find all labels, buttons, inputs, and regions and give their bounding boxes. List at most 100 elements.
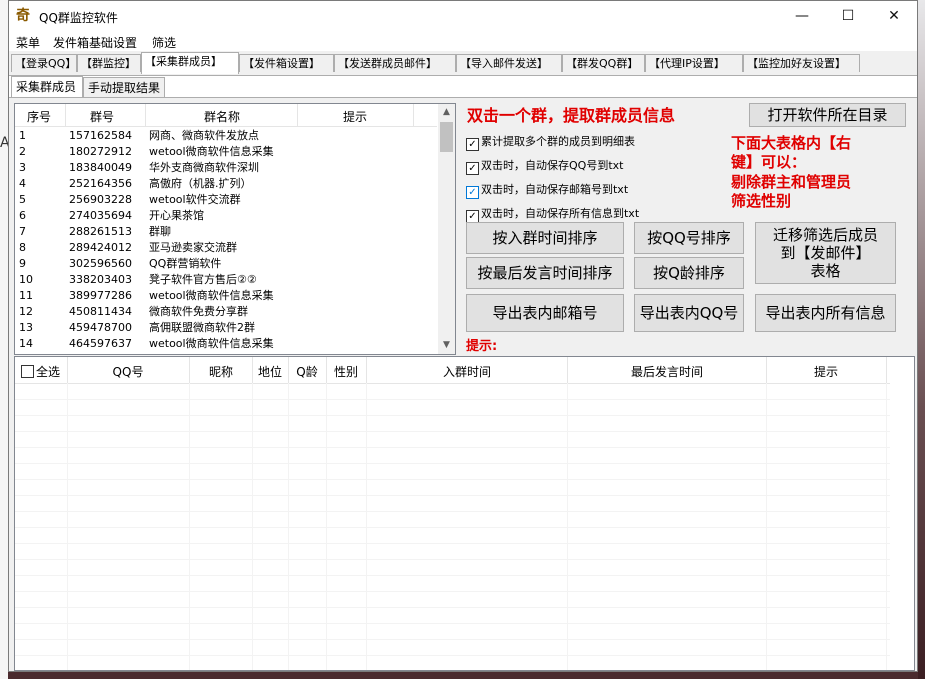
grid-line <box>15 431 890 432</box>
row-group-number: 302596560 <box>69 257 132 270</box>
sort-by-join-time-button[interactable]: 按入群时间排序 <box>466 222 624 254</box>
maximize-button[interactable]: ☐ <box>825 1 871 31</box>
desktop-background-left: A <box>0 0 10 679</box>
sort-by-qage-button[interactable]: 按Q龄排序 <box>634 257 744 289</box>
grid-line <box>15 399 890 400</box>
checkbox-save-all[interactable]: ✓ 双击时，自动保存所有信息到txt <box>466 205 639 223</box>
menu-item-mailbox-settings[interactable]: 发件箱基础设置 <box>53 34 137 51</box>
column-header-last-speak[interactable]: 最后发言时间 <box>568 363 766 380</box>
column-header-qq[interactable]: QQ号 <box>69 363 187 380</box>
checkbox-accumulate[interactable]: ✓ 累计提取多个群的成员到明细表 <box>466 133 635 151</box>
export-mail-button[interactable]: 导出表内邮箱号 <box>466 294 624 332</box>
grid-line <box>15 607 890 608</box>
column-header-hint[interactable]: 提示 <box>299 108 411 125</box>
group-list-row[interactable]: 13 459478700 高佣联盟微商软件2群 <box>15 320 437 336</box>
column-header-index[interactable]: 序号 <box>19 108 59 125</box>
checkbox-icon[interactable] <box>21 365 34 378</box>
group-list-row[interactable]: 7 288261513 群聊 <box>15 224 437 240</box>
group-list-row[interactable]: 2 180272912 wetool微商软件信息采集 <box>15 144 437 160</box>
grid-line <box>15 495 890 496</box>
checkbox-icon[interactable]: ✓ <box>466 138 479 151</box>
row-group-number: 274035694 <box>69 209 132 222</box>
grid-line <box>15 447 890 448</box>
group-list-row[interactable]: 1 157162584 网商、微商软件发放点 <box>15 128 437 144</box>
group-list-row[interactable]: 12 450811434 微商软件免费分享群 <box>15 304 437 320</box>
migrate-to-mail-button[interactable]: 迁移筛选后成员 到【发邮件】 表格 <box>755 222 896 284</box>
column-header-nickname[interactable]: 昵称 <box>191 363 251 380</box>
row-index: 1 <box>19 129 26 142</box>
subtab-collect-members[interactable]: 采集群成员 <box>11 76 83 98</box>
group-list-row[interactable]: 14 464597637 wetool微商软件信息采集 <box>15 336 437 352</box>
column-divider <box>145 104 146 126</box>
group-list-row[interactable]: 4 252164356 高傲府（机器.扩列） <box>15 176 437 192</box>
checkbox-save-qq[interactable]: ✓ 双击时，自动保存QQ号到txt <box>466 157 623 175</box>
menu-item-filter[interactable]: 筛选 <box>152 34 176 51</box>
group-list[interactable]: 序号 群号 群名称 提示 1 157162584 网商、微商软件发放点 2 180272… <box>14 103 456 355</box>
row-group-number: 256903228 <box>69 193 132 206</box>
scroll-down-icon[interactable]: ▼ <box>438 337 455 354</box>
grid-line <box>15 559 890 560</box>
member-table-scrollbar-area <box>890 357 912 668</box>
select-all-checkbox[interactable]: 全选 <box>21 363 69 380</box>
grid-line <box>15 575 890 576</box>
column-header-role[interactable]: 地位 <box>253 363 287 380</box>
row-group-name: wetool微商软件信息采集 <box>149 145 274 158</box>
column-header-gender[interactable]: 性别 <box>327 363 365 380</box>
group-list-row[interactable]: 6 274035694 开心果茶馆 <box>15 208 437 224</box>
group-list-scrollbar[interactable]: ▲ ▼ <box>438 104 455 354</box>
row-index: 5 <box>19 193 26 206</box>
group-list-row[interactable]: 3 183840049 华外支商微商软件深圳 <box>15 160 437 176</box>
tab-send-member-mail[interactable]: 【发送群成员邮件】 <box>334 54 456 72</box>
sort-by-qq-button[interactable]: 按QQ号排序 <box>634 222 744 254</box>
row-group-name: 高傲府（机器.扩列） <box>149 177 252 190</box>
export-qq-button[interactable]: 导出表内QQ号 <box>634 294 744 332</box>
group-list-row[interactable]: 10 338203403 凳子软件官方售后②② <box>15 272 437 288</box>
sub-tabs: 采集群成员 手动提取结果 <box>9 75 917 98</box>
row-group-number: 252164356 <box>69 177 132 190</box>
grid-line <box>15 639 890 640</box>
close-button[interactable]: ✕ <box>871 1 917 31</box>
column-header-qage[interactable]: Q龄 <box>289 363 325 380</box>
tab-collect-members[interactable]: 【采集群成员】 <box>141 52 239 74</box>
row-index: 2 <box>19 145 26 158</box>
tab-mass-send-qq-group[interactable]: 【群发QQ群】 <box>562 54 645 72</box>
row-group-number: 183840049 <box>69 161 132 174</box>
checkbox-label: 累计提取多个群的成员到明细表 <box>481 135 635 148</box>
tab-monitor-add-friends[interactable]: 【监控加好友设置】 <box>743 54 860 72</box>
group-list-header: 序号 群号 群名称 提示 <box>15 104 437 127</box>
open-directory-button[interactable]: 打开软件所在目录 <box>749 103 906 127</box>
group-list-row[interactable]: 9 302596560 QQ群营销软件 <box>15 256 437 272</box>
tab-proxy-ip[interactable]: 【代理IP设置】 <box>645 54 743 72</box>
export-all-button[interactable]: 导出表内所有信息 <box>755 294 896 332</box>
group-list-row[interactable]: 5 256903228 wetool软件交流群 <box>15 192 437 208</box>
tab-login-qq[interactable]: 【登录QQ】 <box>11 54 77 72</box>
sort-by-last-speak-button[interactable]: 按最后发言时间排序 <box>466 257 624 289</box>
scroll-thumb[interactable] <box>440 122 453 152</box>
checkbox-icon[interactable]: ✓ <box>466 162 479 175</box>
tab-mailbox-settings[interactable]: 【发件箱设置】 <box>239 54 334 72</box>
side-note-line: 剔除群主和管理员 <box>731 173 852 191</box>
column-header-hint[interactable]: 提示 <box>767 363 885 380</box>
tab-import-mail-send[interactable]: 【导入邮件发送】 <box>456 54 562 72</box>
minimize-button[interactable]: — <box>779 1 825 31</box>
subtab-manual-results[interactable]: 手动提取结果 <box>83 77 165 97</box>
row-index: 8 <box>19 241 26 254</box>
row-index: 13 <box>19 321 33 334</box>
column-header-join-time[interactable]: 入群时间 <box>367 363 567 380</box>
checkbox-label: 双击时，自动保存QQ号到txt <box>481 159 624 172</box>
window-title: QQ群监控软件 <box>39 11 118 25</box>
grid-line <box>15 591 890 592</box>
tab-group-monitor[interactable]: 【群监控】 <box>77 54 141 72</box>
column-header-group-number[interactable]: 群号 <box>67 108 137 125</box>
group-list-row[interactable]: 11 389977286 wetool微商软件信息采集 <box>15 288 437 304</box>
menu-item-main[interactable]: 菜单 <box>16 34 40 51</box>
row-group-name: wetool微商软件信息采集 <box>149 289 274 302</box>
member-table[interactable]: 全选 QQ号 昵称 地位 Q龄 性别 入群时间 最后发言时间 提示 <box>14 356 915 671</box>
checkbox-save-mail[interactable]: ✓ 双击时，自动保存邮箱号到txt <box>466 181 628 199</box>
scroll-up-icon[interactable]: ▲ <box>438 104 455 121</box>
group-list-row[interactable]: 8 289424012 亚马逊卖家交流群 <box>15 240 437 256</box>
checkbox-icon[interactable]: ✓ <box>466 186 479 199</box>
app-icon: 奇 <box>16 8 30 24</box>
column-divider <box>413 104 414 126</box>
column-header-group-name[interactable]: 群名称 <box>147 108 297 125</box>
